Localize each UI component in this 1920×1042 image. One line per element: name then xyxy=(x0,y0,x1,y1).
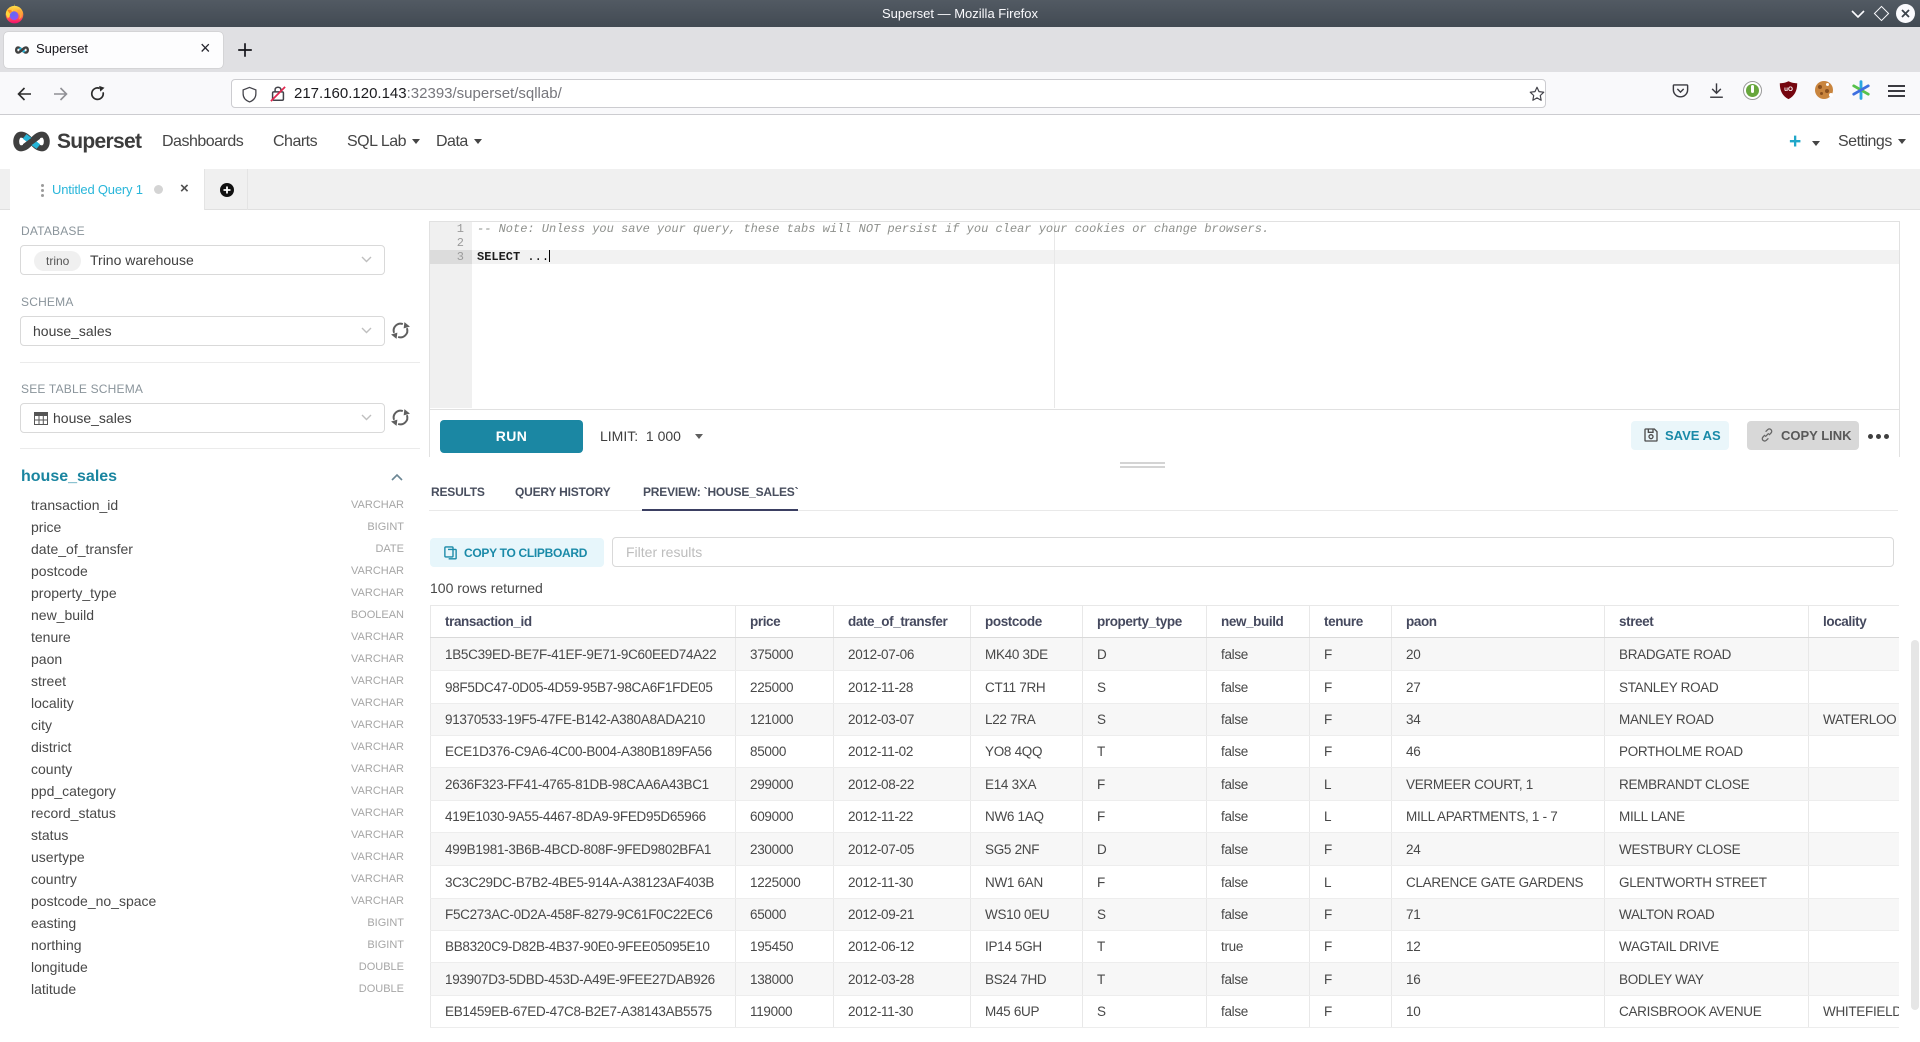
svg-text:uO: uO xyxy=(1784,86,1793,93)
